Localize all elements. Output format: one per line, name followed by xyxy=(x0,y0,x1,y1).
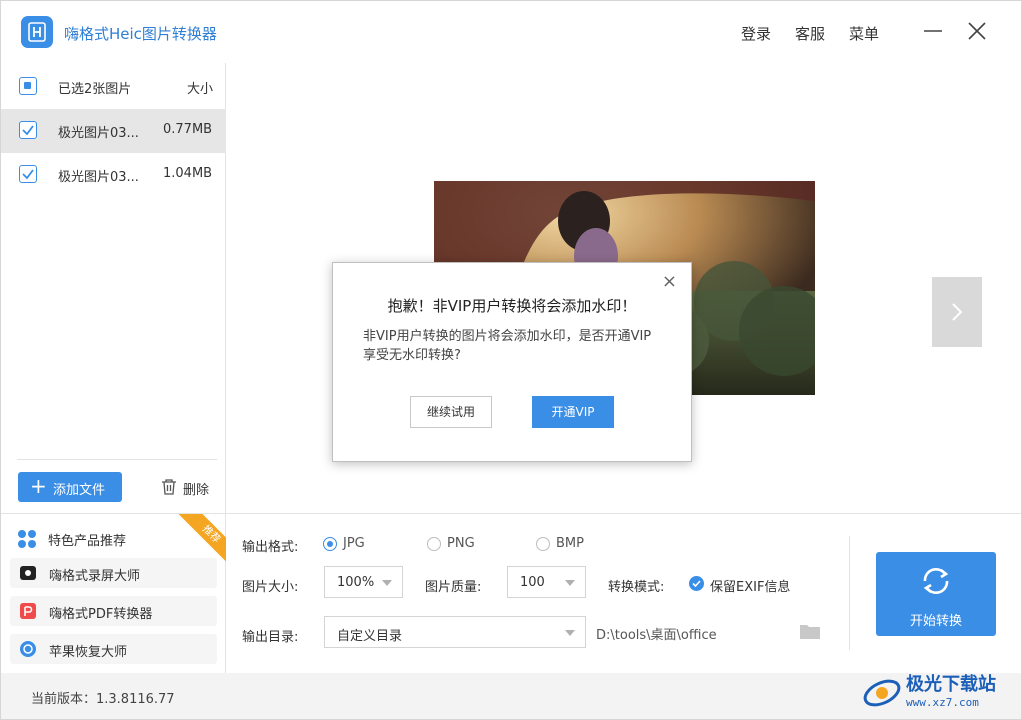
selected-count: 已选2张图片 xyxy=(58,82,132,97)
close-button[interactable] xyxy=(963,17,991,45)
version-text: 当前版本：1.3.8116.77 xyxy=(31,692,175,707)
file-size: 0.77MB xyxy=(163,122,213,137)
chevron-down-icon xyxy=(565,580,575,586)
refresh-icon xyxy=(923,568,949,594)
format-option-bmp[interactable]: BMP xyxy=(556,536,584,551)
file-checkbox[interactable] xyxy=(19,165,37,183)
screen-recorder-icon xyxy=(20,566,36,580)
output-format-label: 输出格式: xyxy=(242,540,299,555)
format-radio-jpg[interactable] xyxy=(323,537,337,551)
recommend-badge: 推荐 xyxy=(176,514,226,564)
format-radio-png[interactable] xyxy=(427,537,441,551)
site-watermark: 极光下载站 www.xz7.com xyxy=(862,668,1017,716)
file-list-header: 已选2张图片 大小 xyxy=(1,63,226,109)
app-window: 嗨格式Heic图片转换器 登录 客服 菜单 已选2张图片 大小 极光图片03..… xyxy=(0,0,1022,720)
divider xyxy=(849,536,850,650)
output-dir-path: D:\tools\桌面\office xyxy=(596,628,717,643)
apps-icon xyxy=(18,530,36,548)
file-name: 极光图片03... xyxy=(58,126,139,141)
conversion-mode-label: 转换模式: xyxy=(608,580,665,595)
product-recommendations: 特色产品推荐 推荐 嗨格式录屏大师 嗨格式PDF转换器 苹果恢复大师 xyxy=(1,514,226,674)
image-quality-label: 图片质量: xyxy=(425,580,482,595)
size-column-header: 大小 xyxy=(187,82,214,97)
pdf-converter-icon xyxy=(20,603,36,619)
image-size-label: 图片大小: xyxy=(242,580,299,595)
add-file-button[interactable]: + 添加文件 xyxy=(18,472,122,502)
dialog-title: 抱歉！非VIP用户转换将会添加水印！ xyxy=(387,297,637,315)
file-row[interactable]: 极光图片03... 0.77MB xyxy=(1,109,226,153)
format-radio-bmp[interactable] xyxy=(536,537,550,551)
plus-icon: + xyxy=(30,474,47,498)
file-list-panel: 已选2张图片 大小 极光图片03... 0.77MB 极光图片03... 1.0… xyxy=(1,63,226,513)
dialog-message: 非VIP用户转换的图片将会添加水印，是否开通VIP享受无水印转换? xyxy=(363,329,652,363)
settings-panel: 特色产品推荐 推荐 嗨格式录屏大师 嗨格式PDF转换器 苹果恢复大师 输出格式:… xyxy=(1,513,1021,674)
start-conversion-button[interactable]: 开始转换 xyxy=(876,552,996,636)
title-bar: 嗨格式Heic图片转换器 登录 客服 菜单 xyxy=(1,1,1021,63)
chevron-down-icon xyxy=(382,580,392,586)
chevron-right-icon xyxy=(952,303,963,321)
apple-recovery-icon xyxy=(20,641,36,657)
format-option-jpg[interactable]: JPG xyxy=(343,536,365,551)
divider xyxy=(17,459,217,460)
file-row[interactable]: 极光图片03... 1.04MB xyxy=(1,153,226,197)
file-size: 1.04MB xyxy=(163,166,213,181)
minimize-button[interactable] xyxy=(919,17,947,45)
vip-watermark-dialog: × 抱歉！非VIP用户转换将会添加水印！ 非VIP用户转换的图片将会添加水印，是… xyxy=(332,262,692,462)
delete-button[interactable]: 删除 xyxy=(161,476,221,498)
keep-exif-label[interactable]: 保留EXIF信息 xyxy=(710,576,790,595)
keep-exif-checkbox[interactable] xyxy=(689,576,704,591)
folder-icon[interactable] xyxy=(800,623,820,639)
file-checkbox[interactable] xyxy=(19,121,37,139)
site-logo-icon xyxy=(863,679,901,707)
image-quality-select[interactable]: 100 xyxy=(507,566,586,598)
continue-trial-button[interactable]: 继续试用 xyxy=(410,396,492,428)
customer-service-link[interactable]: 客服 xyxy=(795,23,825,44)
trash-icon xyxy=(162,479,176,495)
open-vip-button[interactable]: 开通VIP xyxy=(532,396,614,428)
chevron-down-icon xyxy=(565,630,575,636)
app-title: 嗨格式Heic图片转换器 xyxy=(64,25,217,43)
login-link[interactable]: 登录 xyxy=(741,23,771,44)
format-option-png[interactable]: PNG xyxy=(447,536,475,551)
dialog-close-button[interactable]: × xyxy=(662,271,677,292)
output-dir-label: 输出目录: xyxy=(242,630,299,645)
file-name: 极光图片03... xyxy=(58,170,139,185)
promo-item-apple-recovery[interactable]: 苹果恢复大师 xyxy=(10,634,217,664)
promo-item-screen-recorder[interactable]: 嗨格式录屏大师 xyxy=(10,558,217,588)
menu-link[interactable]: 菜单 xyxy=(849,23,879,44)
promo-item-pdf-converter[interactable]: 嗨格式PDF转换器 xyxy=(10,596,217,626)
app-logo-icon xyxy=(21,16,53,48)
image-size-select[interactable]: 100% xyxy=(324,566,403,598)
next-image-button[interactable] xyxy=(932,277,982,347)
output-dir-select[interactable]: 自定义目录 xyxy=(324,616,586,648)
select-all-checkbox[interactable] xyxy=(19,77,37,95)
